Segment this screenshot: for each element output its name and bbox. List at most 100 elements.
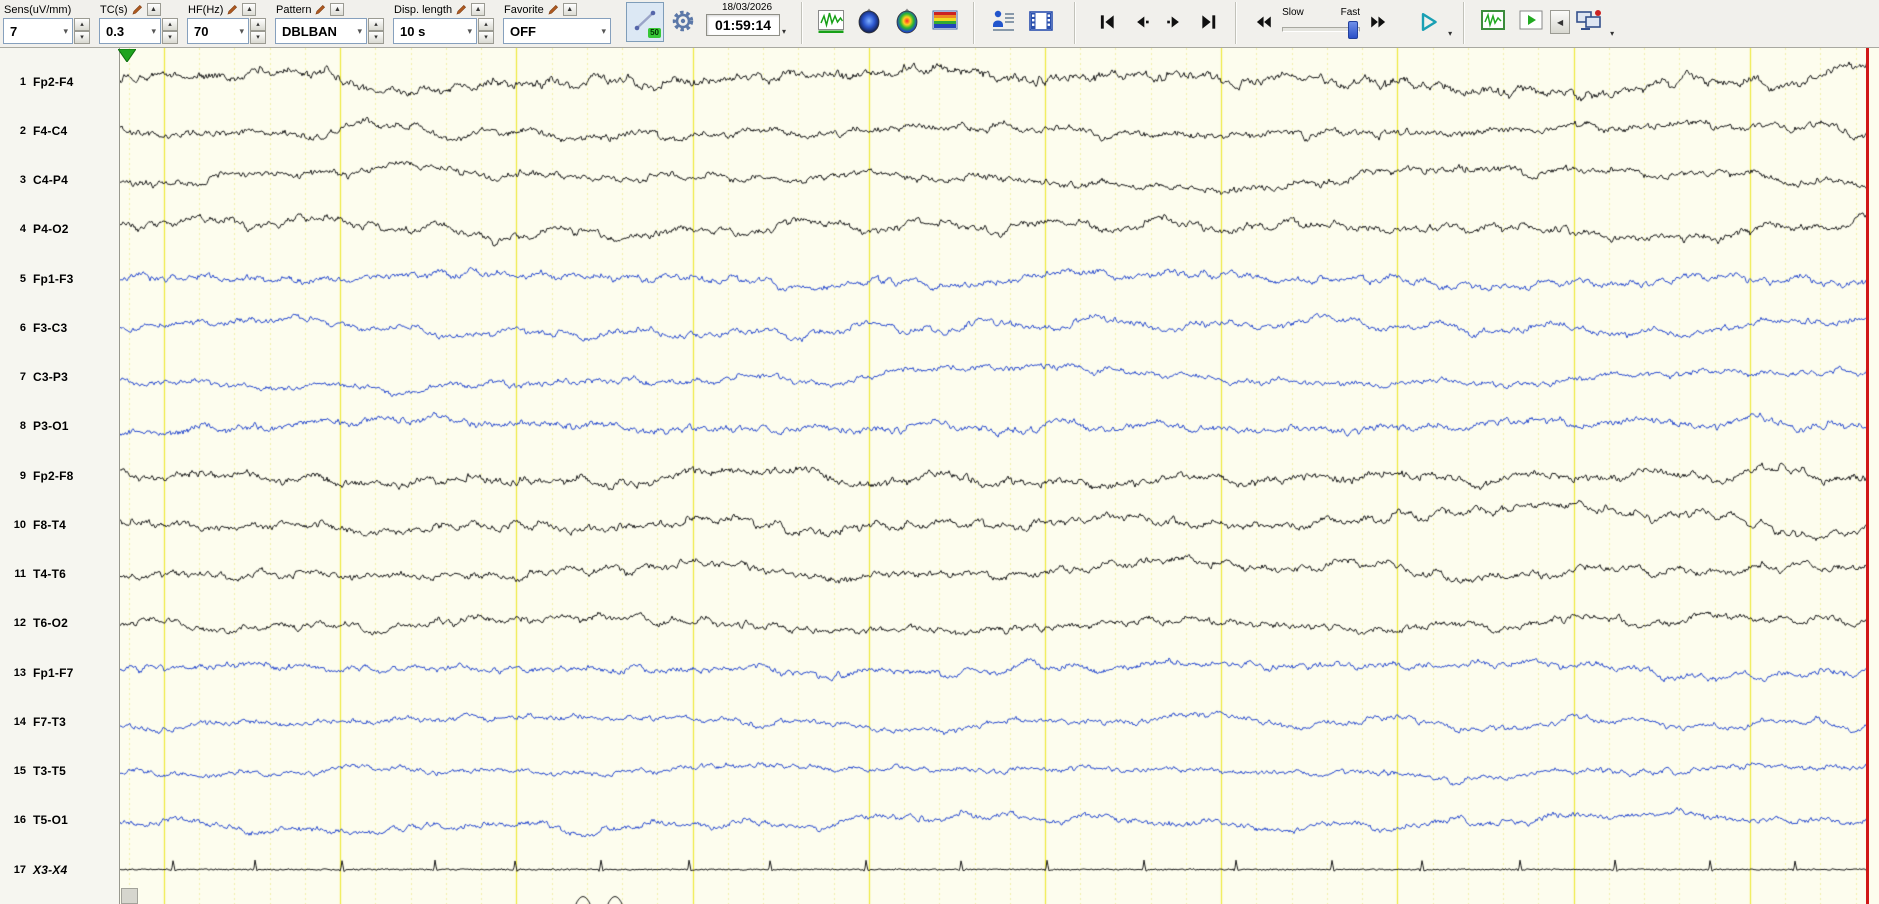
channel-label-row[interactable]: 5 Fp1-F3: [0, 269, 118, 289]
wave-monitor-button[interactable]: [812, 2, 850, 42]
step-back-button[interactable]: [1124, 6, 1158, 40]
eeg-trace-canvas[interactable]: [120, 48, 1879, 904]
channel-number: 4: [19, 223, 26, 236]
rewind-button[interactable]: [1246, 6, 1280, 40]
toolbar-separator: [1074, 2, 1077, 44]
skip-to-end-button[interactable]: [1192, 6, 1226, 40]
eeg-viewer: Sens(uV/mm) 7 ▾ ▴ ▾ TC(s) ▲ 0.3 ▾ ▴ ▾ HF…: [0, 0, 1879, 904]
rewind-icon: [1252, 12, 1274, 35]
channel-name: C3-P3: [33, 370, 69, 384]
channel-label-row[interactable]: 16 T5-O1: [0, 810, 118, 830]
notch-filter-button[interactable]: 50: [626, 2, 664, 42]
channel-label-row[interactable]: 14 F7-T3: [0, 712, 118, 732]
pattern-spinner: ▴ ▾: [368, 18, 384, 44]
channel-label-row[interactable]: 2 F4-C4: [0, 121, 118, 141]
edit-pencil-icon[interactable]: [548, 4, 559, 15]
network-review-button[interactable]: [1570, 2, 1608, 42]
patient-info-button[interactable]: [984, 2, 1022, 42]
sensitivity-combobox[interactable]: 7 ▾: [3, 18, 73, 44]
channel-name: P4-O2: [33, 222, 69, 237]
play-button[interactable]: [1412, 6, 1446, 40]
channel-label-row[interactable]: 15 T3-T5: [0, 761, 118, 781]
channel-label-row[interactable]: 7 C3-P3: [0, 367, 118, 387]
video-button[interactable]: [1022, 2, 1060, 42]
high-frequency-spinner: ▴ ▾: [250, 18, 266, 44]
time-display: 01:59:14: [706, 14, 781, 36]
channel-label-row[interactable]: 8 P3-O1: [0, 416, 118, 436]
network-options-dropdown[interactable]: ▾: [1608, 29, 1616, 38]
channel-label-row[interactable]: 12 T6-O2: [0, 613, 118, 633]
topography-map-button[interactable]: [850, 2, 888, 42]
high-frequency-up-button[interactable]: ▴: [250, 18, 266, 31]
toolbar-separator: [1235, 2, 1238, 44]
topography-rainbow-button[interactable]: [888, 2, 926, 42]
channel-label-row[interactable]: 13 Fp1-F7: [0, 663, 118, 683]
display-length-expand-button[interactable]: ▲: [471, 3, 486, 16]
edit-pencil-icon[interactable]: [315, 4, 326, 15]
pattern-expand-button[interactable]: ▲: [330, 3, 345, 16]
display-length-up-button[interactable]: ▴: [478, 18, 494, 31]
channel-name: X3-X4: [33, 862, 68, 877]
channel-number: 14: [13, 715, 26, 728]
speed-slider[interactable]: [1282, 21, 1361, 39]
channel-label-row[interactable]: 6 F3-C3: [0, 318, 118, 338]
settings-gear-button[interactable]: [664, 2, 702, 42]
page-start-marker[interactable]: [118, 49, 136, 62]
display-length-down-button[interactable]: ▾: [478, 31, 494, 44]
channel-name: F3-C3: [33, 320, 68, 335]
edit-pencil-icon[interactable]: [456, 4, 467, 15]
scrollbar-corner[interactable]: [121, 888, 138, 904]
channel-label-row[interactable]: 17 X3-X4: [0, 860, 118, 880]
time-constant-control: TC(s) ▲ 0.3 ▾ ▴ ▾: [99, 1, 178, 44]
time-constant-combobox[interactable]: 0.3 ▾: [99, 18, 161, 44]
trace-window-icon: [1480, 8, 1506, 37]
pattern-down-button[interactable]: ▾: [368, 31, 384, 44]
high-frequency-expand-button[interactable]: ▲: [242, 3, 257, 16]
head-map-rainbow-icon: [894, 8, 920, 37]
high-frequency-filter-control: HF(Hz) ▲ 70 ▾ ▴ ▾: [187, 1, 266, 44]
channel-label-row[interactable]: 10 F8-T4: [0, 515, 118, 535]
display-length-combobox[interactable]: 10 s ▾: [393, 18, 477, 44]
channel-label-row[interactable]: 4 P4-O2: [0, 219, 118, 239]
channel-label-row[interactable]: 1 Fp2-F4: [0, 72, 118, 92]
playback-window-button[interactable]: [1512, 2, 1550, 42]
high-frequency-down-button[interactable]: ▾: [250, 31, 266, 44]
channel-label-row[interactable]: 3 C4-P4: [0, 170, 118, 190]
time-dropdown-button[interactable]: ▾: [780, 27, 788, 36]
sensitivity-control: Sens(uV/mm) 7 ▾ ▴ ▾: [3, 1, 90, 44]
sensitivity-up-button[interactable]: ▴: [74, 18, 90, 31]
skip-end-icon: [1199, 12, 1219, 35]
skip-to-start-button[interactable]: [1090, 6, 1124, 40]
play-window-icon: [1518, 8, 1544, 37]
edit-pencil-icon[interactable]: [227, 4, 238, 15]
play-options-dropdown[interactable]: ▾: [1446, 29, 1454, 38]
channel-number: 8: [19, 420, 26, 433]
channel-name: T3-T5: [33, 764, 67, 778]
workstation-icon: [1574, 8, 1604, 37]
channel-number: 2: [19, 124, 26, 137]
pattern-value: DBLBAN: [282, 23, 337, 39]
time-constant-down-button[interactable]: ▾: [162, 31, 178, 44]
time-constant-up-button[interactable]: ▴: [162, 18, 178, 31]
pattern-up-button[interactable]: ▴: [368, 18, 384, 31]
time-constant-expand-button[interactable]: ▲: [146, 3, 161, 16]
spectrogram-button[interactable]: [926, 2, 964, 42]
fast-forward-button[interactable]: [1362, 6, 1396, 40]
sensitivity-down-button[interactable]: ▾: [74, 31, 90, 44]
step-forward-button[interactable]: [1158, 6, 1192, 40]
favorite-combobox[interactable]: OFF ▾: [503, 18, 611, 44]
channel-label-row[interactable]: 11 T4-T6: [0, 564, 118, 584]
channel-label-row[interactable]: 9 Fp2-F8: [0, 466, 118, 486]
trace-review-window-button[interactable]: [1474, 2, 1512, 42]
pattern-combobox[interactable]: DBLBAN ▾: [275, 18, 367, 44]
speed-slider-handle[interactable]: [1348, 21, 1359, 39]
favorite-expand-button[interactable]: ▲: [562, 3, 577, 16]
step-back-icon: [1131, 12, 1151, 35]
high-frequency-combobox[interactable]: 70 ▾: [187, 18, 249, 44]
edit-pencil-icon[interactable]: [131, 4, 143, 15]
channel-number: 11: [14, 568, 26, 580]
review-cursor-line[interactable]: [1866, 48, 1869, 904]
collapse-panel-button[interactable]: ◀: [1550, 10, 1571, 34]
channel-number: 17: [13, 863, 26, 876]
fast-label: Fast: [1340, 7, 1361, 18]
